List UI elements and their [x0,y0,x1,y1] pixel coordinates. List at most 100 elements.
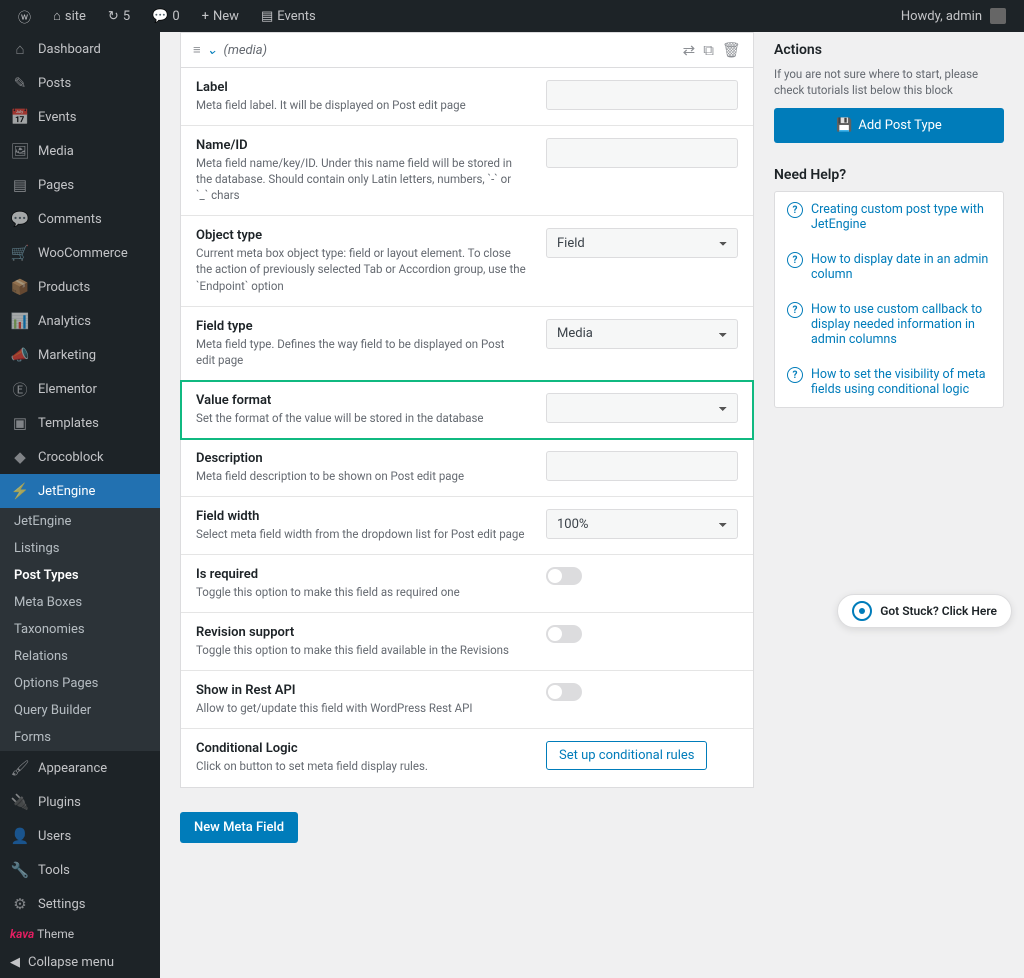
field-title: Field type [196,319,526,334]
sidebar-item-comments[interactable]: 💬Comments [0,202,160,236]
question-icon: ? [787,367,803,383]
appearance-icon: 🖌 [10,758,30,778]
delete-icon[interactable]: 🗑 [722,41,741,59]
avatar [990,8,1006,24]
sub-options-pages[interactable]: Options Pages [0,670,160,697]
plus-icon: + [202,9,209,24]
sidebar-item-pages[interactable]: ▤Pages [0,168,160,202]
field-title: Revision support [196,625,526,640]
got-stuck-button[interactable]: Got Stuck? Click Here [837,594,1012,628]
pages-icon: ▤ [10,175,30,195]
sidebar-item-events[interactable]: 📅Events [0,100,160,134]
sidebar-item-crocoblock[interactable]: ◆Crocoblock [0,440,160,474]
fieldtype-select[interactable]: Media [546,319,738,349]
label-input[interactable] [546,80,738,110]
nameid-input[interactable] [546,138,738,168]
field-fieldwidth: Field widthSelect meta field width from … [181,497,753,555]
sidebar-item-settings[interactable]: ⚙Settings [0,887,160,921]
sidebar-item-templates[interactable]: ▣Templates [0,406,160,440]
site-link[interactable]: ⌂site [45,8,94,24]
sub-listings[interactable]: Listings [0,535,160,562]
events-icon: 📅 [10,107,30,127]
tools-icon: 🔧 [10,860,30,880]
wp-logo[interactable]: ⓦ [10,7,39,26]
help-link[interactable]: ?How to set the visibility of meta field… [775,357,1003,407]
collapse-menu[interactable]: ◀Collapse menu [0,947,160,978]
objtype-select[interactable]: Field [546,228,738,258]
jetengine-icon: ⚡ [10,481,30,501]
sidebar-item-tools[interactable]: 🔧Tools [0,853,160,887]
field-revision: Revision supportToggle this option to ma… [181,613,753,671]
update-icon: ↻ [108,9,119,24]
actions-desc: If you are not sure where to start, plea… [774,66,1004,98]
dashboard-icon: ⌂ [10,39,30,59]
description-input[interactable] [546,451,738,481]
sub-relations[interactable]: Relations [0,643,160,670]
field-desc: Allow to get/update this field with Word… [196,700,526,716]
add-post-type-button[interactable]: 💾Add Post Type [774,108,1004,143]
help-link[interactable]: ?How to display date in an admin column [775,242,1003,292]
users-icon: 👤 [10,826,30,846]
products-icon: 📦 [10,277,30,297]
sidebar-item-woocommerce[interactable]: 🛒WooCommerce [0,236,160,270]
drag-icon[interactable]: ≡ [193,42,201,58]
sidebar-item-posts[interactable]: ✎Posts [0,66,160,100]
sidebar-item-media[interactable]: 🖼Media [0,134,160,168]
sidebar-item-users[interactable]: 👤Users [0,819,160,853]
save-icon: 💾 [836,118,852,133]
theme-label[interactable]: kava Theme [0,921,160,947]
sidebar-item-marketing[interactable]: 📣Marketing [0,338,160,372]
valueformat-select[interactable] [546,393,738,423]
sub-taxonomies[interactable]: Taxonomies [0,616,160,643]
field-conditional: Conditional LogicClick on button to set … [181,729,753,786]
comment-icon: 💬 [152,9,168,24]
field-title: Object type [196,228,526,243]
howdy-user[interactable]: Howdy, admin [893,8,1014,24]
comments-link[interactable]: 💬0 [144,9,188,24]
sub-post-types[interactable]: Post Types [0,562,160,589]
sub-query-builder[interactable]: Query Builder [0,697,160,724]
chevron-down-icon[interactable]: ⌄ [207,43,218,58]
field-label: LabelMeta field label. It will be displa… [181,68,753,126]
restapi-toggle[interactable] [546,683,582,701]
field-description: DescriptionMeta field description to be … [181,439,753,497]
help-title: Need Help? [774,167,1004,183]
field-title: Label [196,80,526,95]
sidebar-item-appearance[interactable]: 🖌Appearance [0,751,160,785]
actions-title: Actions [774,42,1004,58]
sub-forms[interactable]: Forms [0,724,160,751]
sidebar-submenu: JetEngine Listings Post Types Meta Boxes… [0,508,160,751]
sidebar-item-plugins[interactable]: 🔌Plugins [0,785,160,819]
sidebar-item-jetengine[interactable]: ⚡JetEngine [0,474,160,508]
field-title: Field width [196,509,526,524]
field-valueformat: Value formatSet the format of the value … [181,381,753,439]
shuffle-icon[interactable]: ⇄ [683,41,696,59]
templates-icon: ▣ [10,413,30,433]
new-link[interactable]: +New [194,9,247,24]
conditional-rules-button[interactable]: Set up conditional rules [546,741,707,770]
support-icon [852,601,872,621]
fieldwidth-select[interactable]: 100% [546,509,738,539]
sub-jetengine[interactable]: JetEngine [0,508,160,535]
revision-toggle[interactable] [546,625,582,643]
collapse-icon: ◀ [10,955,20,970]
breadcrumb[interactable]: ≡ ⌄ (media) [193,42,267,58]
sub-meta-boxes[interactable]: Meta Boxes [0,589,160,616]
field-title: Show in Rest API [196,683,526,698]
events-link[interactable]: ▤Events [253,9,324,24]
sidebar-item-elementor[interactable]: ⒺElementor [0,372,160,406]
required-toggle[interactable] [546,567,582,585]
sidebar-item-dashboard[interactable]: ⌂Dashboard [0,32,160,66]
updates-link[interactable]: ↻5 [100,9,138,24]
help-link[interactable]: ?How to use custom callback to display n… [775,292,1003,357]
field-title: Description [196,451,526,466]
copy-icon[interactable]: ⧉ [703,41,714,59]
sidebar-item-analytics[interactable]: 📊Analytics [0,304,160,338]
new-meta-field-button[interactable]: New Meta Field [180,812,298,843]
field-nameid: Name/IDMeta field name/key/ID. Under thi… [181,126,753,216]
crocoblock-icon: ◆ [10,447,30,467]
sidebar-item-products[interactable]: 📦Products [0,270,160,304]
comments-icon: 💬 [10,209,30,229]
field-desc: Current meta box object type: field or l… [196,245,526,293]
help-link[interactable]: ?Creating custom post type with JetEngin… [775,192,1003,242]
